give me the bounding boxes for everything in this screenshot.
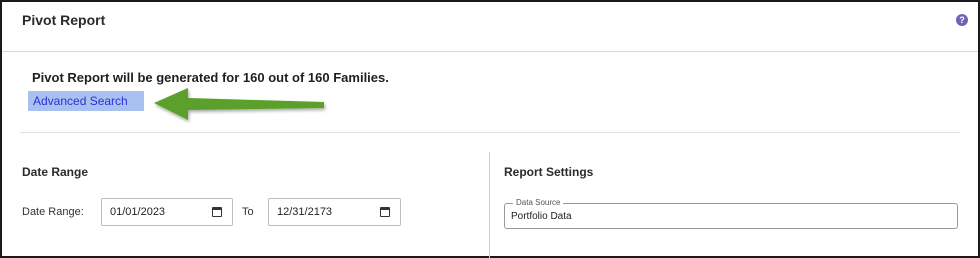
date-range-title: Date Range [22,165,89,179]
date-from-value: 01/01/2023 [110,206,166,218]
calendar-icon[interactable] [380,207,390,217]
column-divider [489,152,490,258]
families-summary: Pivot Report will be generated for 160 o… [32,70,389,85]
to-label: To [242,206,254,218]
date-from-input[interactable]: 01/01/2023 [101,198,233,226]
date-range-label: Date Range: [22,206,84,218]
date-to-input[interactable]: 12/31/2173 [268,198,401,226]
help-icon[interactable]: ? [956,14,968,26]
panel-header: Pivot Report ? [2,2,978,52]
green-arrow-left-icon [154,88,324,120]
date-to-value: 12/31/2173 [277,206,333,218]
page-title: Pivot Report [22,12,106,28]
report-settings-title: Report Settings [504,165,594,179]
data-source-label: Data Source [513,198,564,207]
pivot-report-panel: Pivot Report ? Pivot Report will be gene… [0,0,980,258]
section-divider [20,132,960,133]
data-source-field[interactable]: Data Source Portfolio Data [504,198,958,229]
calendar-icon[interactable] [212,207,222,217]
advanced-search-link[interactable]: Advanced Search [28,91,144,111]
data-source-value: Portfolio Data [511,211,572,222]
